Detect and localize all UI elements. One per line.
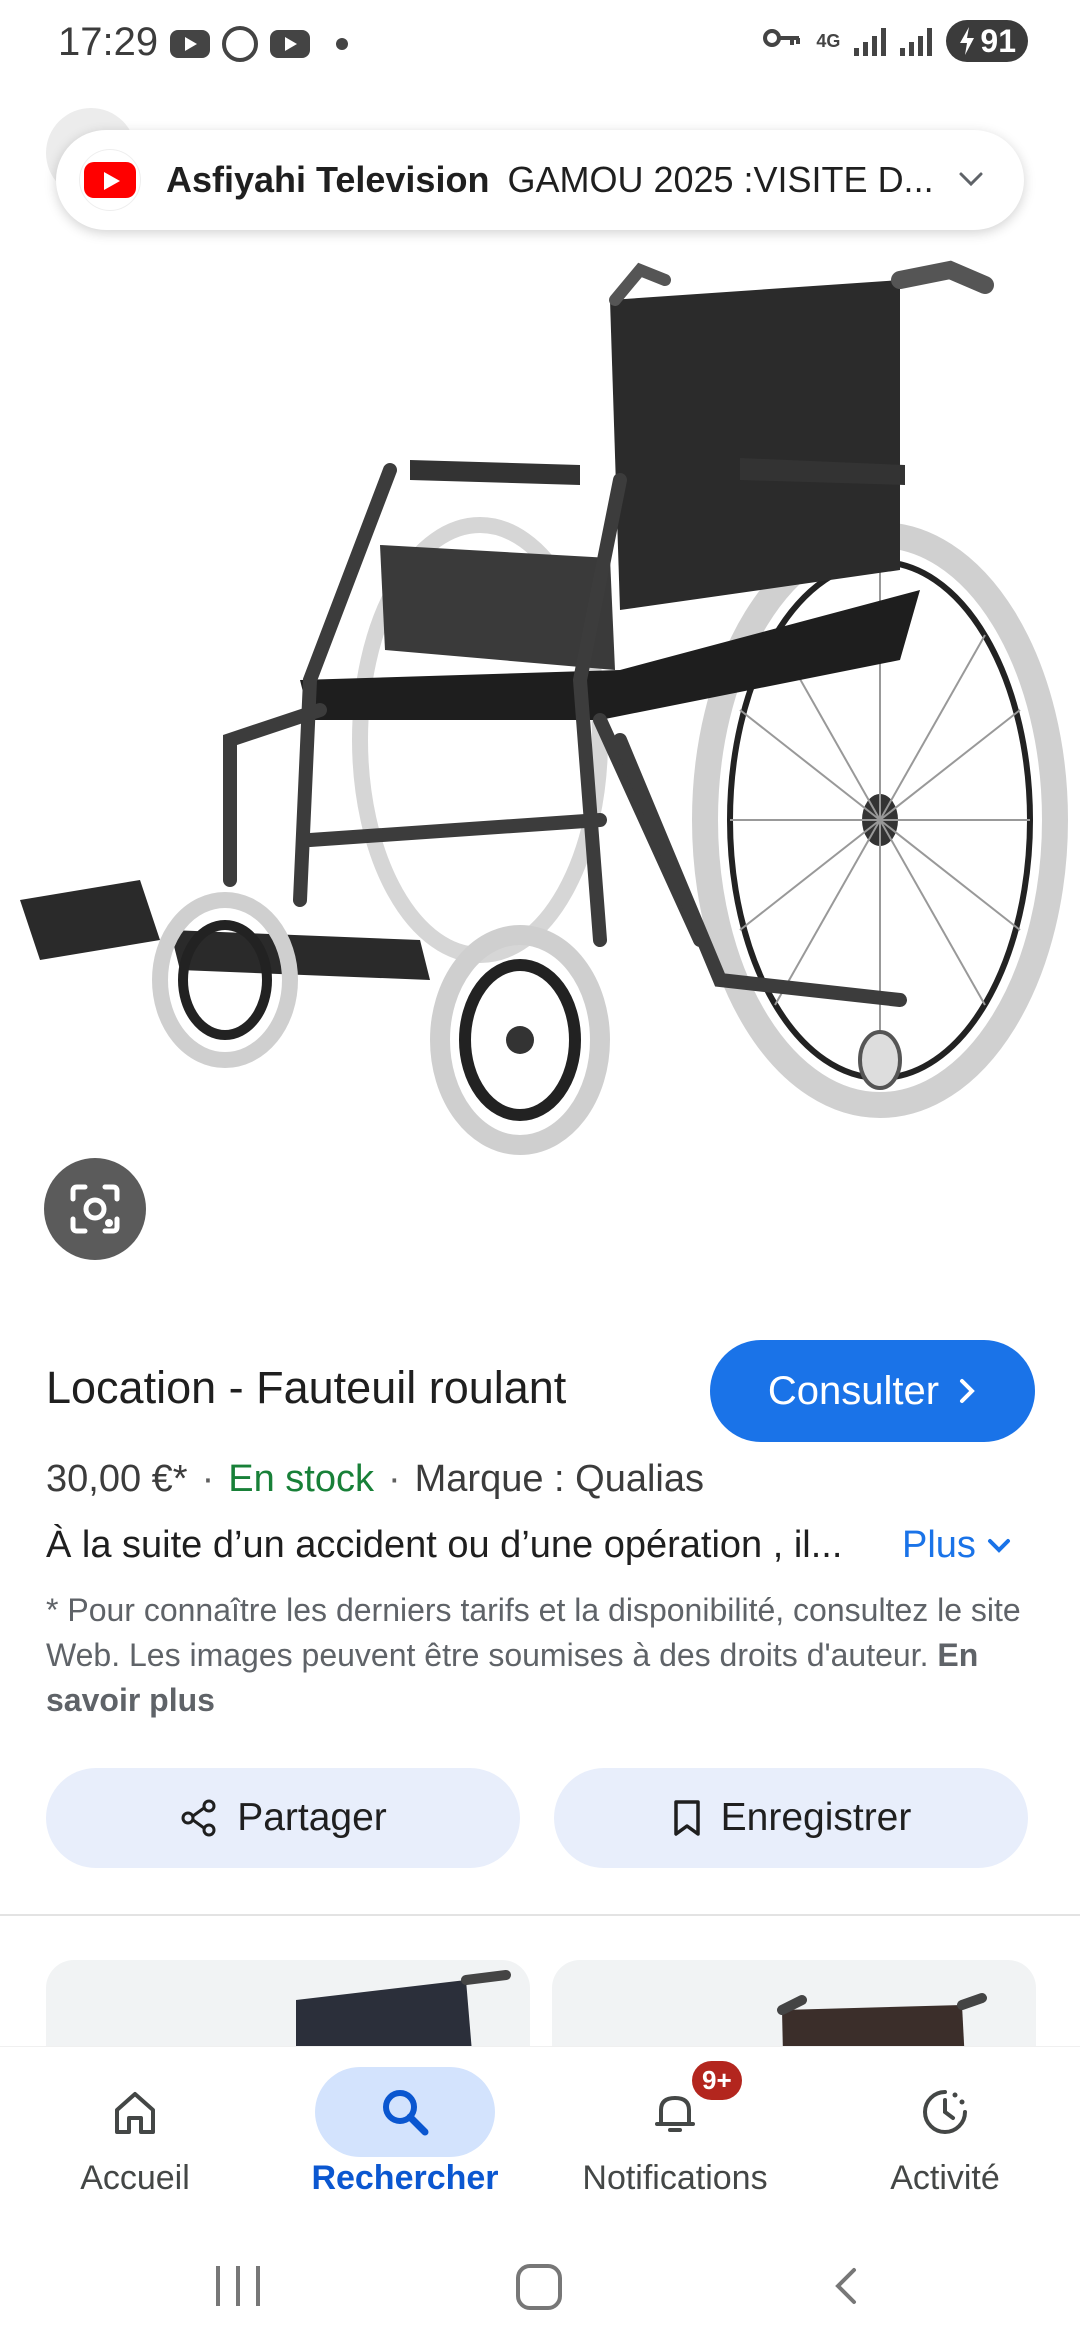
nav-label-activity: Activité	[890, 2159, 1000, 2197]
share-button-label: Partager	[237, 1796, 387, 1839]
google-lens-button[interactable]	[44, 1158, 146, 1260]
youtube-icon	[270, 30, 310, 58]
chevron-down-icon[interactable]	[956, 164, 986, 194]
more-button-label: Plus	[902, 1524, 976, 1566]
youtube-icon	[170, 30, 210, 58]
consult-button-label: Consulter	[767, 1368, 940, 1413]
search-icon	[315, 2067, 495, 2157]
nav-item-search[interactable]: Rechercher	[270, 2047, 540, 2231]
stock-status: En stock	[228, 1458, 374, 1500]
back-icon[interactable]	[826, 2266, 866, 2306]
chevron-right-icon	[960, 1379, 975, 1403]
chevron-down-icon	[987, 1538, 1010, 1553]
disclaimer-text: * Pour connaître les derniers tarifs et …	[46, 1592, 1021, 1673]
nav-label-search: Rechercher	[311, 2159, 499, 2197]
separator: ·	[387, 1458, 401, 1500]
front-caster-far	[152, 892, 298, 1068]
dot-icon	[336, 38, 348, 50]
now-playing-title: GAMOU 2025 :VISITE D...	[507, 159, 934, 200]
network-type: 4G	[816, 31, 841, 51]
nav-label-notifications: Notifications	[582, 2159, 768, 2197]
activity-icon	[855, 2067, 1035, 2157]
divider	[0, 1914, 1080, 1916]
home-button-icon[interactable]	[516, 2264, 562, 2310]
status-time: 17:29	[58, 20, 159, 64]
bottom-navigation: Accueil Rechercher 9+ Notifications Acti…	[0, 2046, 1080, 2230]
system-navigation-bar	[0, 2230, 1080, 2340]
share-icon	[181, 1799, 216, 1837]
status-system-icons: 4G 91	[762, 20, 1028, 62]
youtube-icon	[80, 150, 140, 210]
nav-label-home: Accueil	[80, 2159, 190, 2197]
product-image[interactable]	[0, 240, 1080, 1290]
save-button[interactable]: Enregistrer	[554, 1768, 1028, 1868]
status-notification-icons	[170, 26, 348, 62]
now-playing-channel: Asfiyahi Television	[166, 159, 490, 200]
lens-icon	[70, 1184, 120, 1234]
share-button[interactable]: Partager	[46, 1768, 520, 1868]
backrest	[610, 280, 900, 610]
nav-item-activity[interactable]: Activité	[810, 2047, 1080, 2231]
price-row: 30,00 €* · En stock · Marque : Qualias	[46, 1458, 704, 1501]
recents-icon[interactable]	[216, 2266, 260, 2306]
nav-item-home[interactable]: Accueil	[0, 2047, 270, 2231]
consult-button[interactable]: Consulter	[710, 1340, 1035, 1442]
product-description: À la suite d’un accident ou d’une opérat…	[46, 1524, 843, 1566]
notification-badge: 9+	[692, 2061, 742, 2100]
save-button-label: Enregistrer	[720, 1796, 912, 1839]
status-bar: 17:29 4G 91	[0, 0, 1080, 90]
vpn-key-icon	[762, 24, 802, 58]
signal-icon	[900, 26, 933, 56]
product-price: 30,00 €*	[46, 1458, 188, 1500]
product-brand: Marque : Qualias	[414, 1458, 704, 1500]
home-icon	[45, 2067, 225, 2157]
battery-level: 91	[980, 22, 1016, 59]
product-title: Location - Fauteuil roulant	[46, 1362, 567, 1413]
separator: ·	[201, 1458, 215, 1500]
battery-indicator: 91	[946, 20, 1028, 62]
whatsapp-icon	[222, 26, 258, 62]
bookmark-icon	[673, 1800, 700, 1836]
signal-icon	[854, 26, 887, 56]
more-button[interactable]: Plus	[902, 1524, 1012, 1567]
now-playing-notification[interactable]: Asfiyahi Television GAMOU 2025 :VISITE D…	[56, 130, 1024, 230]
battery-charging-icon	[960, 27, 975, 55]
nav-item-notifications[interactable]: 9+ Notifications	[540, 2047, 810, 2231]
disclaimer: * Pour connaître les derniers tarifs et …	[46, 1588, 1036, 1723]
front-caster	[430, 925, 610, 1155]
